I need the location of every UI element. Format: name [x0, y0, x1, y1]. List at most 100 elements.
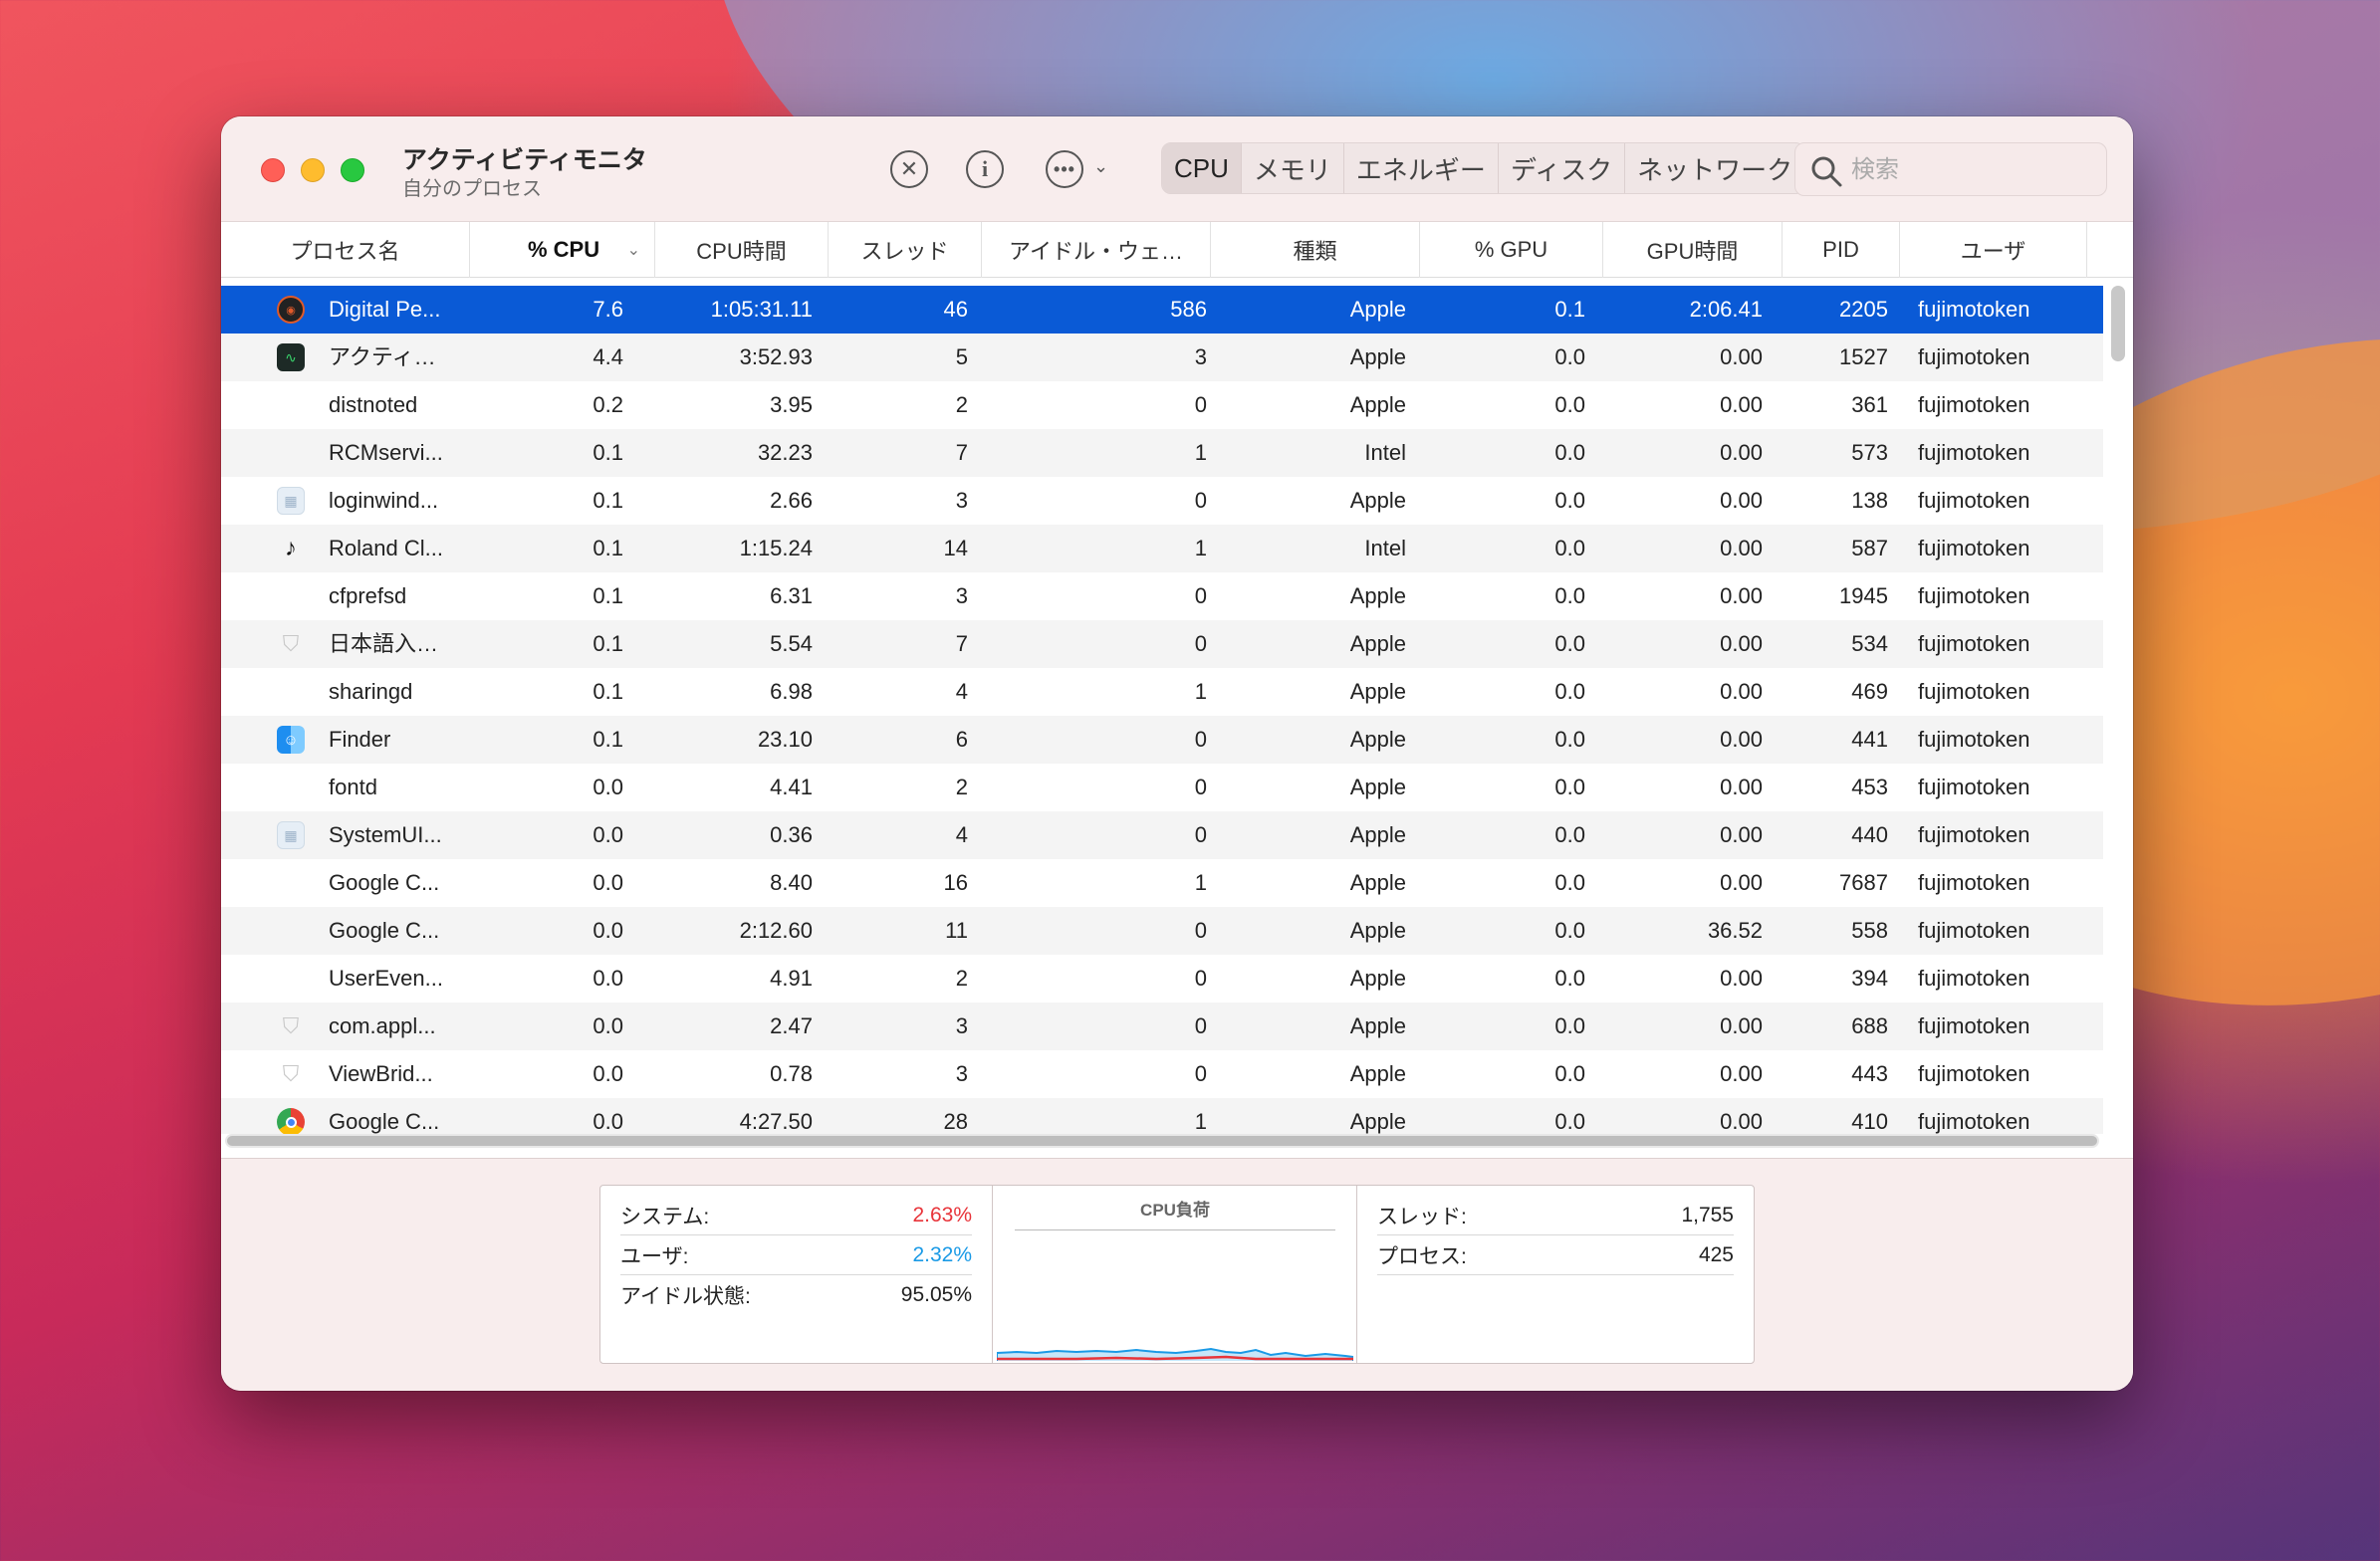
cell-threads: 2: [955, 392, 968, 417]
cell-idle-wakeups: 1: [1194, 1109, 1207, 1134]
cell-process-name: Google C...: [329, 918, 440, 943]
cell-kind: Apple: [1349, 583, 1406, 608]
column-header-gpu[interactable]: % GPU: [1420, 222, 1603, 278]
cell-cpu-time: 4.41: [770, 775, 813, 799]
column-header-gpu-time[interactable]: GPU時間: [1603, 222, 1783, 278]
cell-process-name: fontd: [329, 775, 377, 799]
cell-cpu: 0.0: [593, 1061, 623, 1086]
column-header-pid[interactable]: PID: [1783, 222, 1900, 278]
cell-cpu-time: 1:15.24: [739, 536, 813, 560]
cell-cpu-time: 4.91: [770, 966, 813, 991]
chevron-down-icon[interactable]: ⌄: [1093, 156, 1108, 177]
cell-kind: Apple: [1349, 822, 1406, 847]
cell-process-name: Digital Pe...: [329, 297, 441, 322]
table-row[interactable]: distnoted 0.2 3.95 2 0 Apple 0.0 0.00 361 fujimot…: [221, 381, 2103, 429]
tab-network[interactable]: ネットワーク: [1625, 143, 1804, 193]
table-row[interactable]: ▦ loginwind... 0.1 2.66 3 0 Apple 0.0 0.00 138 fuj…: [221, 477, 2103, 525]
column-header-label: % CPU: [528, 237, 600, 262]
cell-idle-wakeups: 0: [1194, 583, 1207, 608]
finder-icon: ☺: [277, 726, 305, 754]
search-input[interactable]: [1851, 151, 2090, 189]
vertical-scrollbar[interactable]: [2111, 286, 2125, 361]
cell-threads: 11: [945, 918, 968, 943]
cell-user: fujimotoken: [1918, 631, 2030, 656]
column-header-cpu[interactable]: % CPU ⌄: [470, 222, 655, 278]
column-header-kind[interactable]: 種類: [1211, 222, 1420, 278]
activity-monitor-icon: ∿: [277, 343, 305, 371]
cell-cpu-time: 3.95: [770, 392, 813, 417]
cell-idle-wakeups: 1: [1194, 679, 1207, 704]
tab-cpu[interactable]: CPU: [1162, 143, 1242, 193]
search-field[interactable]: [1794, 142, 2107, 196]
stat-processes: プロセス: 425: [1377, 1235, 1734, 1275]
table-row[interactable]: cfprefsd 0.1 6.31 3 0 Apple 0.0 0.00 1945 fujimot…: [221, 572, 2103, 620]
tab-disk[interactable]: ディスク: [1499, 143, 1626, 193]
cell-cpu-time: 8.40: [770, 870, 813, 895]
cell-user: fujimotoken: [1918, 822, 2030, 847]
table-row[interactable]: ⛉ com.appl... 0.0 2.47 3 0 Apple 0.0 0.00 688 fuji…: [221, 1003, 2103, 1050]
tab-energy[interactable]: エネルギー: [1344, 143, 1499, 193]
table-row[interactable]: UserEven... 0.0 4.91 2 0 Apple 0.0 0.00 394 fujim…: [221, 955, 2103, 1003]
close-window-button[interactable]: [261, 158, 285, 182]
minimize-window-button[interactable]: [301, 158, 325, 182]
inspect-process-button[interactable]: i: [966, 150, 1004, 188]
cell-idle-wakeups: 586: [1170, 297, 1207, 322]
zoom-window-button[interactable]: [341, 158, 364, 182]
process-table: ◉ Digital Pe... 7.6 1:05:31.11 46 586 Apple 0.1…: [221, 286, 2103, 1134]
table-row[interactable]: ◉ Digital Pe... 7.6 1:05:31.11 46 586 Apple 0.1…: [221, 286, 2103, 334]
cell-cpu-time: 0.78: [770, 1061, 813, 1086]
table-row[interactable]: Google C... 0.0 8.40 16 1 Apple 0.0 0.00 7687 fuj…: [221, 859, 2103, 907]
stat-label: アイドル状態:: [620, 1285, 751, 1308]
table-row[interactable]: ☺ Finder 0.1 23.10 6 0 Apple 0.0 0.00 441 fujimoto…: [221, 716, 2103, 764]
stat-value: 2.63%: [912, 1203, 972, 1226]
table-row[interactable]: ▦ SystemUI... 0.0 0.36 4 0 Apple 0.0 0.00 440 fuji…: [221, 811, 2103, 859]
cell-idle-wakeups: 0: [1194, 727, 1207, 752]
cell-gpu-time: 0.00: [1720, 966, 1763, 991]
cell-threads: 3: [955, 1013, 968, 1038]
stop-process-button[interactable]: ✕: [890, 150, 928, 188]
cell-gpu: 0.1: [1554, 297, 1585, 322]
column-header-process-name[interactable]: プロセス名: [221, 222, 470, 278]
tab-memory[interactable]: メモリ: [1242, 143, 1344, 193]
table-row[interactable]: sharingd 0.1 6.98 4 1 Apple 0.0 0.00 469 fujimoto…: [221, 668, 2103, 716]
cell-kind: Apple: [1349, 775, 1406, 799]
table-row[interactable]: RCMservi... 0.1 32.23 7 1 Intel 0.0 0.00 573 fuji…: [221, 429, 2103, 477]
table-row[interactable]: ⛉ ViewBrid... 0.0 0.78 3 0 Apple 0.0 0.00 443 fuji…: [221, 1050, 2103, 1098]
cell-gpu: 0.0: [1554, 775, 1585, 799]
cell-gpu: 0.0: [1554, 344, 1585, 369]
column-header-cpu-time[interactable]: CPU時間: [655, 222, 829, 278]
more-actions-button[interactable]: •••: [1046, 150, 1083, 188]
column-header-idle-wakeups[interactable]: アイドル・ウェ…: [982, 222, 1211, 278]
horizontal-scrollbar[interactable]: [227, 1136, 2097, 1146]
table-row[interactable]: ∿ アクティ… 4.4 3:52.93 5 3 Apple 0.0 0.00 1527 fujimo…: [221, 334, 2103, 381]
dpm-icon: ◉: [277, 296, 305, 324]
cell-cpu: 0.1: [593, 679, 623, 704]
cell-idle-wakeups: 3: [1194, 344, 1207, 369]
cell-gpu-time: 0.00: [1720, 631, 1763, 656]
cell-idle-wakeups: 0: [1194, 392, 1207, 417]
cell-user: fujimotoken: [1918, 344, 2030, 369]
column-header-threads[interactable]: スレッド: [829, 222, 982, 278]
cell-user: fujimotoken: [1918, 536, 2030, 560]
cell-cpu: 0.0: [593, 1013, 623, 1038]
table-row[interactable]: Google C... 0.0 2:12.60 11 0 Apple 0.0 36.52 558…: [221, 907, 2103, 955]
shield-icon: ⛉: [282, 1013, 300, 1038]
window-subtitle[interactable]: 自分のプロセス: [402, 172, 542, 201]
cell-cpu-time: 2:12.60: [739, 918, 813, 943]
ellipsis-circle-icon: •••: [1054, 158, 1075, 179]
cell-pid: 2205: [1839, 297, 1888, 322]
column-header-user[interactable]: ユーザ: [1900, 222, 2087, 278]
shield-icon: ⛉: [282, 631, 300, 656]
chart-title: CPU負荷: [1140, 1201, 1210, 1220]
cell-gpu: 0.0: [1554, 822, 1585, 847]
cell-process-name: UserEven...: [329, 966, 443, 991]
cell-user: fujimotoken: [1918, 679, 2030, 704]
table-row[interactable]: Google C... 0.0 4:27.50 28 1 Apple 0.0 0.00 410 f…: [221, 1098, 2103, 1134]
cell-gpu: 0.0: [1554, 536, 1585, 560]
cell-user: fujimotoken: [1918, 775, 2030, 799]
cell-cpu-time: 6.98: [770, 679, 813, 704]
table-row[interactable]: ⛉ 日本語入… 0.1 5.54 7 0 Apple 0.0 0.00 534 fujimotoke…: [221, 620, 2103, 668]
cell-kind: Apple: [1349, 392, 1406, 417]
table-row[interactable]: ♪ Roland Cl... 0.1 1:15.24 14 1 Intel 0.0 0.00 58…: [221, 525, 2103, 572]
table-row[interactable]: fontd 0.0 4.41 2 0 Apple 0.0 0.00 453 fujimotoken: [221, 764, 2103, 811]
